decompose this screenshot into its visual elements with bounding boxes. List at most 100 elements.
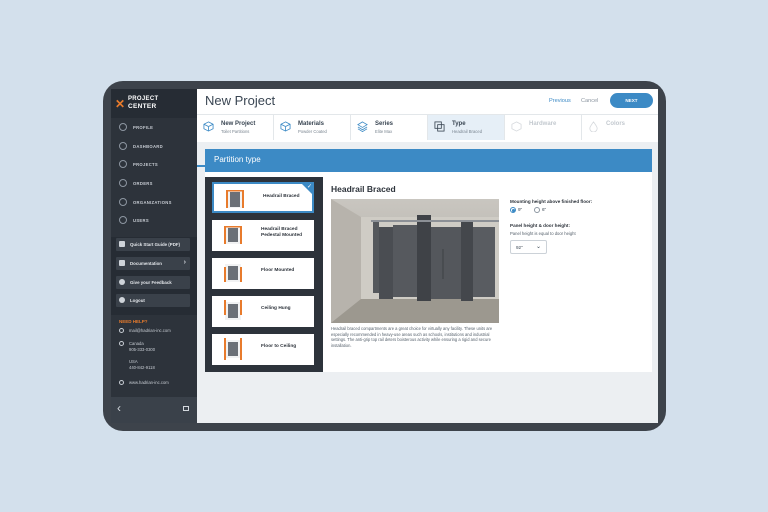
select-value: 92" — [516, 245, 523, 250]
logo-x-icon: ✕ — [115, 97, 126, 111]
paint-drop-icon — [589, 121, 598, 132]
app-logo[interactable]: ✕ PROJECT CENTER — [115, 96, 195, 112]
sidebar-item-label: Orders — [133, 181, 153, 186]
logout-button[interactable]: Logout — [116, 294, 190, 307]
step-colors[interactable]: Colors — [582, 115, 658, 140]
type-card-headrail-braced-pedestal[interactable]: Headrail Braced Pedestal Mounted — [212, 220, 314, 251]
canada-label: Canada — [129, 341, 144, 346]
partition-photo — [331, 199, 499, 323]
sidebar-item-users[interactable]: Users — [119, 216, 193, 226]
radio-label: 6" — [542, 207, 547, 212]
next-button[interactable]: NEXT — [610, 93, 653, 108]
type-card-headrail-braced[interactable]: Headrail Braced ✓ — [212, 182, 314, 213]
previous-link[interactable]: Previous — [549, 98, 571, 104]
folder-icon — [119, 160, 127, 168]
expand-icon[interactable] — [183, 406, 189, 411]
type-label: Headrail Braced Pedestal Mounted — [261, 227, 303, 238]
logo-line-2: CENTER — [128, 103, 157, 110]
feedback-button[interactable]: Give your Feedback — [116, 276, 190, 289]
panel-header: Partition type — [205, 149, 652, 172]
sidebar-item-label: Profile — [133, 125, 154, 130]
checkmark-icon: ✓ — [306, 184, 312, 190]
mail-icon — [119, 328, 124, 333]
sidebar-item-label: Dashboard — [133, 144, 163, 149]
step-new-project[interactable]: New Project Toilet Partitions — [197, 115, 274, 140]
sidebar-item-organizations[interactable]: Organizations — [119, 198, 193, 208]
step-materials[interactable]: Materials Powder Coated — [274, 115, 351, 140]
user-icon — [119, 123, 127, 131]
type-card-ceiling-hung[interactable]: Ceiling Hung — [212, 296, 314, 327]
globe-icon — [119, 380, 124, 385]
button-label: Give your Feedback — [130, 280, 172, 285]
panel-height-select[interactable]: 92" ⌄ — [510, 240, 547, 254]
step-series[interactable]: Series Elite Max — [351, 115, 428, 140]
step-name: Series — [375, 121, 394, 127]
collapse-sidebar-icon[interactable]: ‹ — [117, 401, 121, 415]
button-label: Documentation — [130, 261, 162, 266]
type-card-floor-to-ceiling[interactable]: Floor to Ceiling — [212, 334, 314, 365]
panel-height-label: Panel height & door height: — [510, 223, 570, 228]
step-name: Colors — [606, 121, 626, 127]
sidebar-item-orders[interactable]: Orders — [119, 179, 193, 189]
radio-unselected-icon — [534, 207, 540, 213]
step-name: New Project — [221, 121, 256, 127]
users-icon — [119, 216, 127, 224]
button-label: Quick Start Guide (PDF) — [130, 242, 181, 247]
cube-icon — [203, 121, 214, 132]
sidebar-item-label: Organizations — [133, 200, 172, 205]
sidebar-item-projects[interactable]: Projects — [119, 160, 193, 170]
canada-phone: 905-333-0300 — [129, 347, 156, 352]
step-name: Hardware — [529, 121, 557, 127]
sidebar: ✕ PROJECT CENTER Profile Dashboard Proje… — [111, 89, 197, 423]
chevron-down-icon: ⌄ — [535, 244, 541, 250]
radio-selected-icon — [510, 207, 516, 213]
website-link: www.hadrian-inc.com — [129, 380, 169, 385]
partition-thumbnail — [224, 300, 242, 320]
cube-icon — [280, 121, 291, 132]
type-label: Ceiling Hung — [261, 306, 291, 311]
quick-start-guide-button[interactable]: Quick Start Guide (PDF) — [116, 238, 190, 251]
step-subtitle: Toilet Partitions — [221, 129, 250, 134]
cancel-link[interactable]: Cancel — [581, 98, 598, 104]
detail-title: Headrail Braced — [331, 184, 396, 194]
step-type[interactable]: Type Headrail Braced — [428, 115, 505, 140]
page-title: New Project — [205, 93, 276, 108]
partition-thumbnail — [224, 264, 242, 282]
phone-icon — [119, 341, 124, 346]
sidebar-item-dashboard[interactable]: Dashboard — [119, 142, 193, 152]
dashboard-icon — [119, 142, 127, 150]
radio-label: 9" — [518, 207, 523, 212]
partition-thumbnail — [224, 226, 242, 244]
step-subtitle: Headrail Braced — [452, 129, 483, 134]
type-label: Floor Mounted — [261, 268, 295, 273]
type-label: Headrail Braced — [263, 194, 300, 199]
app-screen: ✕ PROJECT CENTER Profile Dashboard Proje… — [111, 89, 658, 423]
step-subtitle: Powder Coated — [298, 129, 327, 134]
step-hardware[interactable]: Hardware — [505, 115, 582, 140]
building-icon — [119, 198, 127, 206]
type-label: Floor to Ceiling — [261, 344, 297, 349]
documentation-button[interactable]: Documentation › — [116, 257, 190, 270]
sidebar-item-profile[interactable]: Profile — [119, 123, 193, 133]
wizard-steps: New Project Toilet Partitions Materials … — [197, 114, 658, 167]
help-section: NEED HELP? mail@hadrian-inc.com Canada 9… — [111, 315, 197, 397]
box-icon — [119, 179, 127, 187]
logo-line-1: PROJECT — [128, 96, 159, 102]
folder-icon — [119, 260, 125, 266]
partition-type-panel: Partition type Headrail Braced ✓ Headrai… — [205, 149, 652, 372]
type-card-floor-mounted[interactable]: Floor Mounted — [212, 258, 314, 289]
help-title: NEED HELP? — [119, 319, 148, 324]
button-label: Logout — [130, 298, 145, 303]
top-bar: New Project Previous Cancel NEXT — [197, 89, 658, 114]
panel-title: Partition type — [214, 155, 261, 164]
book-icon — [119, 241, 125, 247]
hardware-icon — [511, 121, 522, 132]
partition-thumbnail — [226, 190, 244, 208]
step-subtitle: Elite Max — [375, 129, 393, 134]
main-content: New Project Previous Cancel NEXT New Pro… — [197, 89, 658, 423]
step-name: Materials — [298, 121, 325, 127]
email-link: mail@hadrian-inc.com — [129, 328, 171, 333]
logout-icon — [119, 297, 125, 303]
type-description: Headrail braced compartments are a great… — [331, 326, 493, 348]
layers-icon — [357, 121, 368, 132]
